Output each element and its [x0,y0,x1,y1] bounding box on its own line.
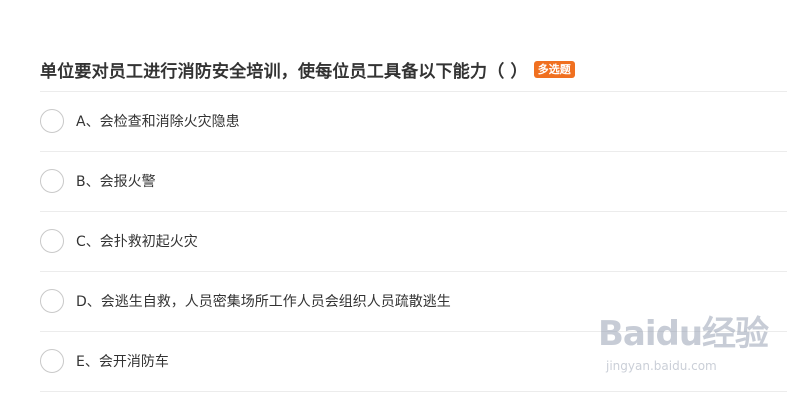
question-header: 单位要对员工进行消防安全培训，使每位员工具备以下能力（ ） 多选题 [40,57,575,82]
option-c-radio[interactable] [40,229,64,253]
option-e-radio[interactable] [40,349,64,373]
option-b-label: B、会报火警 [76,174,156,190]
option-a-label: A、会检查和消除火灾隐患 [76,114,240,130]
question-text: 单位要对员工进行消防安全培训，使每位员工具备以下能力（ ） [40,62,528,82]
watermark-logo: Baidu经验 [598,314,769,354]
option-a[interactable]: A、会检查和消除火灾隐患 [40,91,787,151]
question-type-badge: 多选题 [533,61,575,78]
option-d-label: D、会逃生自救，人员密集场所工作人员会组织人员疏散逃生 [76,294,451,310]
quiz-page: 单位要对员工进行消防安全培训，使每位员工具备以下能力（ ） 多选题 A、会检查和… [0,0,787,401]
option-c[interactable]: C、会扑救初起火灾 [40,211,787,271]
option-c-label: C、会扑救初起火灾 [76,234,198,250]
option-b[interactable]: B、会报火警 [40,151,787,211]
baidu-jingyan-watermark: Baidu经验 jingyan.baidu.com [598,314,784,384]
option-d-radio[interactable] [40,289,64,313]
option-a-radio[interactable] [40,109,64,133]
watermark-url: jingyan.baidu.com [606,359,717,373]
option-b-radio[interactable] [40,169,64,193]
divider [40,391,787,392]
option-e-label: E、会开消防车 [76,354,169,370]
